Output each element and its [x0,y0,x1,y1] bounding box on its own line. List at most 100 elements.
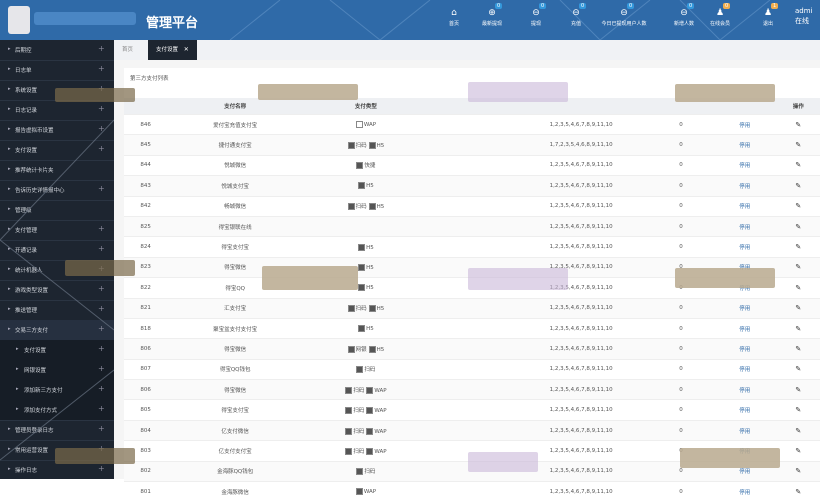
disable-link[interactable]: 停用 [712,113,777,135]
type-checkbox[interactable]: WAP [366,427,387,435]
type-checkbox[interactable]: 快捷 [356,162,376,170]
nav-item[interactable]: ♟ 在线会员 0 [696,3,744,28]
type-checkbox[interactable]: 扫码 [356,366,375,374]
type-checkbox[interactable]: WAP [366,386,387,394]
type-checkbox[interactable]: H5 [368,142,384,150]
edit-icon[interactable]: ✎ [795,406,801,414]
table-row: 824 得宝支付宝 H5 1,2,3,5,4,6,7,8,9,11,10 0 停用 ✎ [124,236,820,258]
type-checkbox[interactable]: 扫码 [345,407,364,415]
edit-icon[interactable]: ✎ [795,488,801,496]
nav-item[interactable]: ⊖ 今日已提现用户人数 0 [600,3,648,28]
logo-avatar [8,6,30,34]
disable-link[interactable]: 停用 [712,154,777,176]
cell-name: 悦城微信 [167,154,304,176]
edit-icon[interactable]: ✎ [795,365,801,373]
type-checkbox[interactable]: H5 [358,284,374,292]
edit-icon[interactable]: ✎ [795,121,801,129]
type-checkbox[interactable]: WAP [355,488,376,496]
cell-id: 844 [124,154,168,176]
tab-home[interactable]: 首页 [114,40,141,60]
disable-link[interactable]: 停用 [712,297,777,319]
type-checkbox[interactable]: 扫码 [356,468,376,476]
type-label: 快捷 [364,163,376,170]
edit-icon[interactable]: ✎ [795,304,801,312]
disable-link[interactable]: 停用 [712,338,777,360]
redaction-blob [675,84,775,102]
cell-name: 得宝支付宝 [167,399,304,421]
type-checkbox[interactable]: 扫码 [347,142,367,150]
close-icon[interactable]: ✕ [184,46,189,53]
edit-icon[interactable]: ✎ [795,284,801,292]
checkbox-icon [368,345,376,353]
cell-count: 0 [649,195,713,217]
type-checkbox[interactable]: WAP [366,407,387,415]
disable-link[interactable]: 停用 [712,419,777,441]
type-label: 扫码 [355,204,367,211]
cell-blank [428,175,514,197]
disable-link[interactable]: 停用 [712,134,777,156]
cell-name: 得宝QQ钱包 [167,358,304,380]
type-checkbox[interactable]: H5 [358,243,374,251]
type-checkbox[interactable]: 扫码 [345,427,364,435]
cell-name: 得宝支付宝 [167,236,304,258]
admin-name: admi [795,7,813,15]
checkbox-icon [358,182,366,190]
disable-link[interactable]: 停用 [712,481,777,501]
nav-item[interactable]: ⊕ 最新提现 0 [468,3,516,28]
edit-icon[interactable]: ✎ [795,386,801,394]
edit-icon[interactable]: ✎ [795,141,801,149]
edit-icon[interactable]: ✎ [795,263,801,271]
table-row: 843 悦城支付宝 H5 1,2,3,5,4,6,7,8,9,11,10 0 停用 ✎ [124,175,820,197]
disable-link[interactable]: 停用 [712,317,777,339]
table-row: 806 得宝微信 扫码 WAP 1,2,3,5,4,6,7,8,9,11,10 0 停用 ✎ [124,379,820,400]
edit-icon[interactable]: ✎ [795,182,801,190]
type-checkbox[interactable]: WAP [355,121,376,129]
cell-count: 0 [649,297,713,319]
count-badge: 0 [539,3,547,9]
edit-icon[interactable]: ✎ [795,467,801,475]
disable-link[interactable]: 停用 [712,215,777,237]
edit-icon[interactable]: ✎ [795,161,801,169]
type-checkbox[interactable]: 网银 [347,345,367,353]
type-checkbox[interactable]: H5 [358,182,374,190]
cell-blank [428,154,514,176]
nav-item[interactable]: ♟ 退出 1 [744,3,792,28]
type-checkbox[interactable]: H5 [368,345,384,353]
type-checkbox[interactable]: 扫码 [347,203,367,211]
type-checkbox[interactable]: 扫码 [345,386,364,394]
disable-link[interactable]: 停用 [712,236,777,258]
disable-link[interactable]: 停用 [712,175,777,197]
tab-payment-settings[interactable]: 支付设置 ✕ [148,40,197,60]
edit-icon[interactable]: ✎ [795,325,801,333]
panel-title: 第三方支付列表 [130,76,169,82]
type-label: 扫码 [364,469,376,476]
checkbox-icon [358,284,366,292]
disable-link[interactable]: 停用 [712,195,777,217]
disable-link[interactable]: 停用 [712,358,777,380]
nav-item[interactable]: ⊖ 充值 0 [552,3,600,28]
checkbox-icon [347,345,355,353]
cell-action: ✎ [776,317,820,339]
type-checkbox[interactable]: 扫码 [347,305,367,313]
cell-name: 得宝微信 [167,379,304,400]
type-checkbox[interactable]: 扫码 [345,447,364,455]
disable-link[interactable]: 停用 [712,399,777,421]
edit-icon[interactable]: ✎ [795,345,801,353]
cell-blank [428,358,514,380]
type-checkbox[interactable]: H5 [358,263,374,271]
admin-menu[interactable]: admi 在线 [795,6,813,26]
edit-icon[interactable]: ✎ [795,243,801,251]
type-checkbox[interactable]: H5 [368,305,384,313]
redaction-blob [55,88,135,102]
disable-link[interactable]: 停用 [712,379,777,400]
edit-icon[interactable]: ✎ [795,427,801,435]
type-checkbox[interactable]: H5 [358,325,374,333]
type-checkbox[interactable]: WAP [366,447,387,455]
type-label: 扫码 [355,306,367,313]
edit-icon[interactable]: ✎ [795,223,801,231]
count-badge: 0 [495,3,503,9]
edit-icon[interactable]: ✎ [795,447,801,455]
edit-icon[interactable]: ✎ [795,202,801,210]
cell-days: 1,2,3,5,4,6,7,8,9,11,10 [513,154,650,176]
type-checkbox[interactable]: H5 [368,203,384,211]
